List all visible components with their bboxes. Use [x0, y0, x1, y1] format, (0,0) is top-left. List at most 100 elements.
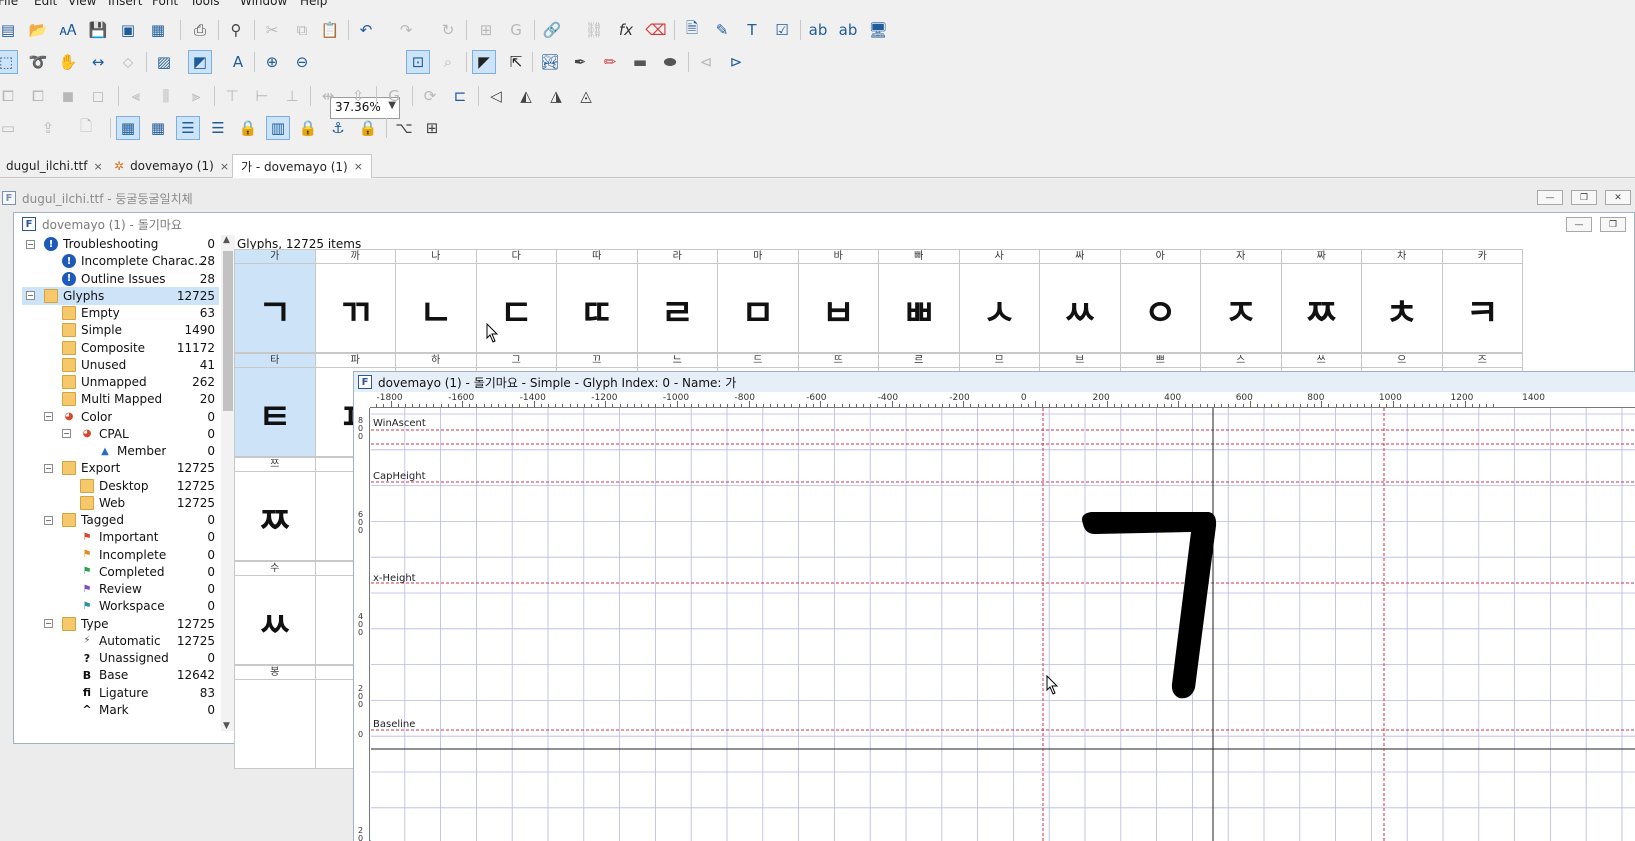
- save-as-icon[interactable]: ▦: [146, 18, 170, 42]
- scroll-down-icon[interactable]: ▼: [223, 721, 230, 731]
- close-icon[interactable]: ×: [354, 160, 363, 173]
- open-aa-icon[interactable]: 🗚: [56, 18, 80, 42]
- menu-edit[interactable]: Edit: [34, 0, 57, 8]
- flip-horizontal-icon[interactable]: ◭: [514, 84, 538, 108]
- glyph-cell[interactable]: 따ㄸ: [556, 249, 638, 353]
- rect-select-icon[interactable]: ⬚: [0, 50, 18, 74]
- font-info-icon[interactable]: 🗎: [680, 18, 704, 42]
- eraser-icon[interactable]: ⌫: [644, 18, 668, 42]
- restore-icon[interactable]: ❐: [1571, 190, 1597, 205]
- glyph-a-icon[interactable]: A: [226, 50, 250, 74]
- pencil-tool-icon[interactable]: ✏: [598, 50, 622, 74]
- scroll-thumb[interactable]: [223, 251, 233, 411]
- menu-help[interactable]: Help: [300, 0, 327, 8]
- tree-item[interactable]: ⚑ Workspace 0: [22, 597, 219, 615]
- validate-checkbox-icon[interactable]: ☑: [770, 18, 794, 42]
- pen-tool-icon[interactable]: ✒: [568, 50, 592, 74]
- refresh-icon[interactable]: ↻: [436, 18, 460, 42]
- menu-file[interactable]: File: [0, 0, 18, 8]
- menu-font[interactable]: Font: [152, 0, 178, 8]
- glyph-cell[interactable]: 카ㅋ: [1441, 249, 1523, 353]
- export-icon[interactable]: ⇪: [36, 116, 60, 140]
- test-install-icon[interactable]: 🖥: [866, 18, 890, 42]
- glyph-cell[interactable]: 까ㄲ: [314, 249, 396, 353]
- function-fx-icon[interactable]: fx: [614, 18, 638, 42]
- tree-toggle-icon[interactable]: −: [44, 619, 53, 628]
- guidelines-icon[interactable]: ☰: [176, 116, 200, 140]
- tree-toggle-icon[interactable]: −: [26, 291, 35, 301]
- grid-icon[interactable]: ▦: [116, 116, 140, 140]
- glyph-cell[interactable]: 자ㅈ: [1200, 249, 1282, 353]
- tree-item[interactable]: ! Incomplete Charac... 28: [22, 252, 219, 270]
- tree-item[interactable]: − Glyphs 12725: [22, 286, 219, 305]
- next-glyph-icon[interactable]: ⊳: [724, 50, 748, 74]
- unlink-icon[interactable]: ⛓: [582, 18, 606, 42]
- glyph-cell[interactable]: 쯔ㅉ: [234, 457, 316, 561]
- group-icon[interactable]: ⧠: [0, 84, 20, 108]
- fill-outline-icon[interactable]: ◩: [188, 50, 212, 74]
- menu-insert[interactable]: Insert: [108, 0, 142, 8]
- ellipse-tool-icon[interactable]: ⬬: [658, 50, 682, 74]
- metrics-lock-icon[interactable]: 🔒: [296, 116, 320, 140]
- tree-item[interactable]: − ◕ Color 0: [22, 408, 219, 426]
- previous-glyph-icon[interactable]: ⊲: [694, 50, 718, 74]
- rotate-icon[interactable]: ⟳: [418, 84, 442, 108]
- guidelines-lock-icon[interactable]: 🔒: [236, 116, 260, 140]
- flip-vertical-icon[interactable]: ◬: [574, 84, 598, 108]
- tree-item[interactable]: Simple 1490: [22, 321, 219, 339]
- font-window-title[interactable]: F dovemayo (1) - 돌기마요: [20, 213, 182, 235]
- zoom-in-icon[interactable]: ⊕: [260, 50, 284, 74]
- align-center-icon[interactable]: ⫼: [154, 84, 178, 108]
- tree-item[interactable]: ▲ Member 0: [22, 442, 219, 460]
- node-path-icon[interactable]: ⌥: [392, 116, 416, 140]
- tree-item[interactable]: − Tagged 0: [22, 511, 219, 529]
- tree-item[interactable]: Multi Mapped 20: [22, 390, 219, 408]
- glyph-canvas-svg[interactable]: [371, 408, 1635, 841]
- tree-item[interactable]: ? Unassigned 0: [22, 649, 219, 667]
- align-right-icon[interactable]: ⫸: [184, 84, 208, 108]
- tab-dugul-ilchi[interactable]: dugul_ilchi.ttf ×: [0, 154, 111, 178]
- image-tool-icon[interactable]: 🏞: [538, 50, 562, 74]
- menu-window[interactable]: Window: [240, 0, 287, 8]
- tree-toggle-icon[interactable]: −: [62, 429, 71, 439]
- distribute-v-icon[interactable]: ⇳: [346, 84, 370, 108]
- tree-item[interactable]: −! Troubleshooting 0: [22, 235, 219, 253]
- tab-dovemayo[interactable]: ✲ dovemayo (1) ×: [106, 154, 237, 178]
- tree-item[interactable]: B Base 12642: [22, 666, 219, 684]
- tree-item[interactable]: ⚑ Incomplete 0: [22, 546, 219, 564]
- break-icon[interactable]: ◻: [86, 84, 110, 108]
- glyph-cell[interactable]: 라ㄹ: [636, 249, 718, 353]
- tree-item[interactable]: Empty 63: [22, 304, 219, 322]
- anchor-icon[interactable]: ⚓: [326, 116, 350, 140]
- align-bottom-icon[interactable]: ⊥: [280, 84, 304, 108]
- zoom-selection-icon[interactable]: ⌕: [436, 50, 460, 74]
- document-icon[interactable]: 🗋: [74, 116, 98, 140]
- new-font-icon[interactable]: ▤: [0, 18, 20, 42]
- guidelines-snap-icon[interactable]: ☰: [206, 116, 230, 140]
- glyph-g-icon[interactable]: G: [504, 18, 528, 42]
- menu-tools[interactable]: Tools: [190, 0, 220, 8]
- flip-left-icon[interactable]: ◁: [484, 84, 508, 108]
- undo-icon[interactable]: ↶: [354, 18, 378, 42]
- tree-item[interactable]: − Export 12725: [22, 459, 219, 477]
- anchor-lock-icon[interactable]: 🔒: [356, 116, 380, 140]
- tree-item[interactable]: Unused 41: [22, 356, 219, 374]
- fit-view-icon[interactable]: ⊡: [406, 50, 430, 74]
- add-glyph-icon[interactable]: ⊞: [474, 18, 498, 42]
- scroll-up-icon[interactable]: ▲: [223, 235, 230, 245]
- glyph-cell[interactable]: 빠ㅃ: [878, 249, 960, 353]
- tree-item[interactable]: ⚑ Completed 0: [22, 563, 219, 581]
- glyph-canvas[interactable]: WinAscent CapHeight x-Height Baseline: [371, 408, 1635, 841]
- glyph-cell[interactable]: 마ㅁ: [717, 249, 799, 353]
- redo-icon[interactable]: ↷: [394, 18, 418, 42]
- ungroup-icon[interactable]: ⧠: [26, 84, 50, 108]
- lasso-icon[interactable]: ➰: [26, 50, 50, 74]
- close-icon[interactable]: ✕: [1605, 190, 1631, 205]
- close-icon[interactable]: ×: [220, 160, 229, 173]
- web-spellcheck-icon[interactable]: ab: [836, 18, 860, 42]
- glyph-cell[interactable]: 싸ㅆ: [1039, 249, 1121, 353]
- minimize-icon[interactable]: —: [1537, 190, 1563, 205]
- node-pointer-icon[interactable]: ⇱: [504, 50, 528, 74]
- tree-scrollbar[interactable]: ▲ ▼: [221, 235, 235, 731]
- glyph-cell[interactable]: 차ㅊ: [1361, 249, 1443, 353]
